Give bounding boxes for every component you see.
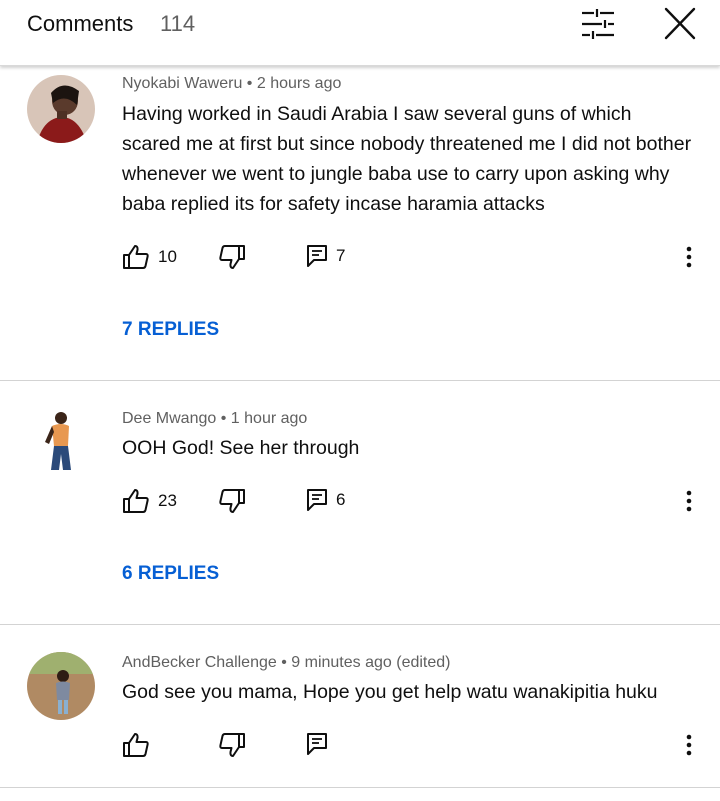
comment-meta: AndBecker Challenge • 9 minutes ago (edi…	[122, 654, 450, 672]
comment-item: AndBecker Challenge • 9 minutes ago (edi…	[0, 625, 720, 787]
more-vert-icon	[686, 734, 692, 756]
meta-separator: •	[281, 654, 287, 671]
meta-separator: •	[220, 410, 227, 427]
like-count: 10	[158, 247, 177, 266]
dislike-button[interactable]	[218, 244, 246, 270]
more-vert-icon	[686, 490, 692, 512]
thumbs-down-icon	[219, 489, 245, 513]
comment-text: OOH God! See her through	[122, 437, 360, 459]
close-button[interactable]	[660, 6, 700, 42]
like-count: 23	[158, 491, 177, 510]
meta-separator: •	[246, 75, 253, 92]
comments-header: Comments 114	[0, 0, 720, 66]
thumbs-down-icon	[219, 733, 245, 757]
comment-time: 2 hours ago	[256, 75, 342, 92]
reply-button[interactable]: 7	[306, 244, 345, 268]
avatar[interactable]	[27, 408, 95, 476]
view-replies-link[interactable]: 7 REPLIES	[122, 319, 219, 341]
reply-comment-icon	[307, 245, 327, 267]
view-replies-link[interactable]: 6 REPLIES	[122, 563, 219, 585]
thumbs-up-icon	[123, 733, 149, 757]
close-icon	[664, 7, 696, 40]
like-button[interactable]: 10	[122, 244, 177, 270]
more-options-button[interactable]	[678, 730, 700, 760]
comment-time: 9 minutes ago (edited)	[291, 654, 451, 671]
comment-text: Having worked in Saudi Arabia I saw seve…	[122, 103, 692, 215]
thumbs-down-icon	[219, 245, 245, 269]
like-button[interactable]: 23	[122, 488, 177, 514]
reply-count: 6	[336, 490, 346, 509]
comment-meta: Dee Mwango • 1 hour ago	[122, 410, 307, 428]
sliders-icon	[582, 9, 614, 39]
reply-comment-icon	[307, 489, 327, 511]
divider	[0, 787, 720, 788]
thumbs-up-icon	[123, 489, 149, 513]
like-button[interactable]	[122, 732, 150, 758]
avatar[interactable]	[27, 652, 95, 720]
reply-comment-icon	[307, 733, 327, 755]
dislike-button[interactable]	[218, 488, 246, 514]
comment-author[interactable]: Dee Mwango	[122, 410, 216, 427]
thumbs-up-icon	[123, 245, 149, 269]
reply-button[interactable]	[306, 732, 328, 756]
comment-author[interactable]: Nyokabi Waweru	[122, 75, 242, 92]
more-options-button[interactable]	[678, 242, 700, 272]
comment-time: 1 hour ago	[230, 410, 308, 427]
reply-button[interactable]: 6	[306, 488, 345, 512]
sort-filter-button[interactable]	[578, 6, 618, 42]
reply-count: 7	[336, 246, 346, 265]
comment-author[interactable]: AndBecker Challenge	[122, 654, 277, 671]
comment-item: Nyokabi Waweru • 2 hours ago Having work…	[0, 66, 720, 380]
header-title: Comments	[27, 11, 134, 36]
more-options-button[interactable]	[678, 486, 700, 516]
avatar[interactable]	[27, 75, 95, 143]
comment-meta: Nyokabi Waweru • 2 hours ago	[122, 75, 341, 93]
comment-item: Dee Mwango • 1 hour ago OOH God! See her…	[0, 381, 720, 624]
comment-text: God see you mama, Hope you get help watu…	[122, 681, 658, 703]
comment-count: 114	[160, 11, 196, 36]
dislike-button[interactable]	[218, 732, 246, 758]
more-vert-icon	[686, 246, 692, 268]
